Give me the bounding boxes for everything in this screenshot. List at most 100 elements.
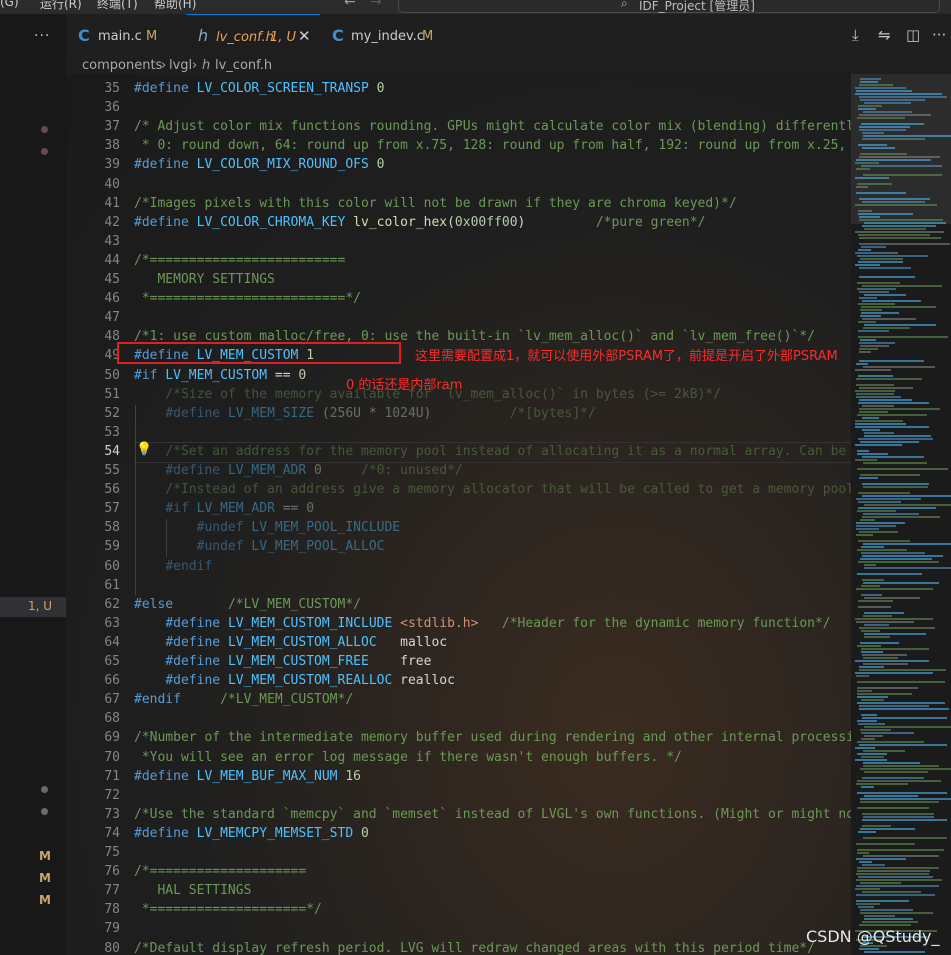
selected-file-row[interactable]: 1, U	[0, 597, 66, 617]
code-line[interactable]: #define LV_COLOR_MIX_ROUND_OFS 0	[134, 157, 384, 172]
code-line[interactable]: /* Adjust color mix functions rounding. …	[134, 119, 851, 134]
code-line[interactable]: #if LV_MEM_CUSTOM == 0	[134, 368, 306, 383]
code-line[interactable]: #define LV_COLOR_CHROMA_KEY lv_color_hex…	[134, 215, 705, 230]
minimap-line	[856, 588, 933, 590]
breadcrumb: components › lvgl › h lv_conf.h	[66, 58, 951, 74]
forward-arrow-icon[interactable]: →	[370, 0, 382, 10]
line-number: 60	[104, 558, 120, 574]
minimap-line	[859, 291, 889, 293]
code-line[interactable]: #undef LV_MEM_POOL_INCLUDE	[134, 520, 401, 535]
minimap-line	[857, 288, 896, 290]
more-actions-icon[interactable]: ···	[932, 26, 946, 44]
minimap-line	[861, 714, 877, 716]
code-line[interactable]: #endif /*LV_MEM_CUSTOM*/	[134, 692, 353, 707]
minimap-line	[856, 396, 901, 398]
minimap-line	[857, 453, 888, 455]
breadcrumb-item[interactable]: lv_conf.h	[215, 58, 272, 73]
minimap-line	[855, 264, 880, 266]
code-line[interactable]: #define LV_MEM_CUSTOM_INCLUDE <stdlib.h>…	[134, 616, 830, 631]
minimap-line	[856, 621, 914, 623]
code-line[interactable]: *====================*/	[134, 902, 322, 917]
line-number: 52	[104, 405, 120, 421]
annotation-highlight-box	[117, 342, 401, 364]
minimap-line	[863, 462, 927, 464]
minimap-line	[855, 204, 937, 206]
tab-main-c[interactable]: C main.c M	[66, 14, 184, 58]
code-line[interactable]: *=========================*/	[134, 291, 361, 306]
minimap-line	[856, 159, 931, 161]
download-icon[interactable]: ⤓	[852, 26, 859, 44]
code-line[interactable]: /*Instead of an address give a memory al…	[134, 482, 851, 497]
line-number: 56	[104, 482, 120, 498]
minimap-line	[863, 762, 920, 764]
code-line[interactable]: /*Set an address for the memory pool ins…	[134, 444, 851, 459]
code-line[interactable]: #if LV_MEM_ADR == 0	[134, 501, 314, 516]
more-actions-icon[interactable]: ···	[34, 28, 50, 44]
minimap-line	[863, 486, 928, 488]
minimap-line	[856, 363, 868, 365]
code-line[interactable]: #define LV_MEM_CUSTOM_ALLOC malloc	[134, 635, 447, 650]
breadcrumb-item[interactable]: lvgl	[169, 58, 192, 73]
minimap-line	[863, 582, 939, 584]
code-line[interactable]: #define LV_MEM_SIZE (256U * 1024U) /*[by…	[134, 406, 596, 421]
tab-my-indev-c[interactable]: C my_indev.c M	[322, 14, 456, 58]
minimap-line	[864, 795, 918, 797]
code-line[interactable]: MEMORY SETTINGS	[134, 272, 274, 287]
minimap-line	[862, 405, 894, 407]
line-number: 64	[104, 634, 120, 650]
code-line[interactable]: /*====================	[134, 864, 306, 879]
code-line[interactable]: /*Number of the intermediate memory buff…	[134, 730, 851, 745]
code-line[interactable]: /*Default display refresh period. LVG wi…	[134, 941, 815, 955]
split-editor-icon[interactable]: ◫	[906, 26, 920, 44]
minimap-line	[861, 786, 874, 788]
minimap-line	[864, 567, 951, 569]
minimap-line	[862, 654, 907, 656]
minimap-line	[863, 366, 935, 368]
minimap-line	[858, 108, 876, 110]
line-number: 73	[104, 806, 120, 822]
menu-help[interactable]: 帮助(H)	[154, 0, 196, 12]
minimap-line	[855, 177, 889, 179]
minimap-line	[858, 492, 910, 494]
line-number: 43	[104, 233, 120, 249]
code-line[interactable]: #define LV_COLOR_SCREEN_TRANSP 0	[134, 81, 384, 96]
line-number: 72	[104, 787, 120, 803]
minimap-line	[859, 297, 877, 299]
close-icon[interactable]: ✕	[298, 27, 311, 45]
compare-changes-icon[interactable]: ⇋	[878, 26, 891, 44]
minimap-line	[855, 444, 902, 446]
code-line[interactable]: #undef LV_MEM_POOL_ALLOC	[134, 539, 385, 554]
code-line[interactable]: /*=========================	[134, 253, 345, 268]
code-line[interactable]: #define LV_MEMCPY_MEMSET_STD 0	[134, 826, 369, 841]
code-line[interactable]: HAL SETTINGS	[134, 883, 251, 898]
back-arrow-icon[interactable]: ←	[344, 0, 356, 10]
code-line[interactable]: /*Images pixels with this color will not…	[134, 196, 737, 211]
breadcrumb-item[interactable]: components	[82, 58, 162, 73]
menu-run[interactable]: 运行(R)	[40, 0, 82, 12]
minimap-line	[864, 102, 911, 104]
minimap-line	[856, 675, 869, 677]
command-center[interactable]: ⌕ IDF_Project [管理员]	[398, 0, 940, 13]
code-line[interactable]: *You will see an error log message if th…	[134, 750, 682, 765]
minimap[interactable]	[851, 74, 951, 955]
menu-terminal[interactable]: 终端(T)	[97, 0, 138, 12]
code-line[interactable]: #else /*LV_MEM_CUSTOM*/	[134, 597, 361, 612]
minimap-line	[858, 606, 891, 608]
line-number: 80	[104, 940, 120, 955]
line-number: 63	[104, 615, 120, 631]
code-editor[interactable]: 💡 35 #define LV_COLOR_SCREEN_TRANSP 0 36 37…	[66, 74, 851, 955]
code-line[interactable]: /*Use the standard `memcpy` and `memset`…	[134, 807, 851, 822]
tab-lv-conf-h[interactable]: h lv_conf.h 1, U ✕	[186, 14, 320, 58]
code-line[interactable]: #define LV_MEM_ADR 0 /*0: unused*/	[134, 463, 462, 478]
code-line[interactable]: * 0: round down, 64: round up from x.75,…	[134, 138, 851, 153]
minimap-line	[860, 309, 882, 311]
tab-problem-badge: 1, U	[270, 30, 297, 45]
minimap-line	[861, 756, 884, 758]
code-line[interactable]: #define LV_MEM_BUF_MAX_NUM 16	[134, 769, 361, 784]
minimap-line	[864, 612, 904, 614]
code-line[interactable]: #define LV_MEM_CUSTOM_FREE free	[134, 654, 431, 669]
code-line[interactable]: #define LV_MEM_CUSTOM_REALLOC realloc	[134, 673, 455, 688]
menu-go-partial[interactable]: (G)	[0, 0, 19, 9]
tab-modified-badge: M	[422, 29, 434, 44]
code-line[interactable]: #endif	[134, 559, 212, 574]
